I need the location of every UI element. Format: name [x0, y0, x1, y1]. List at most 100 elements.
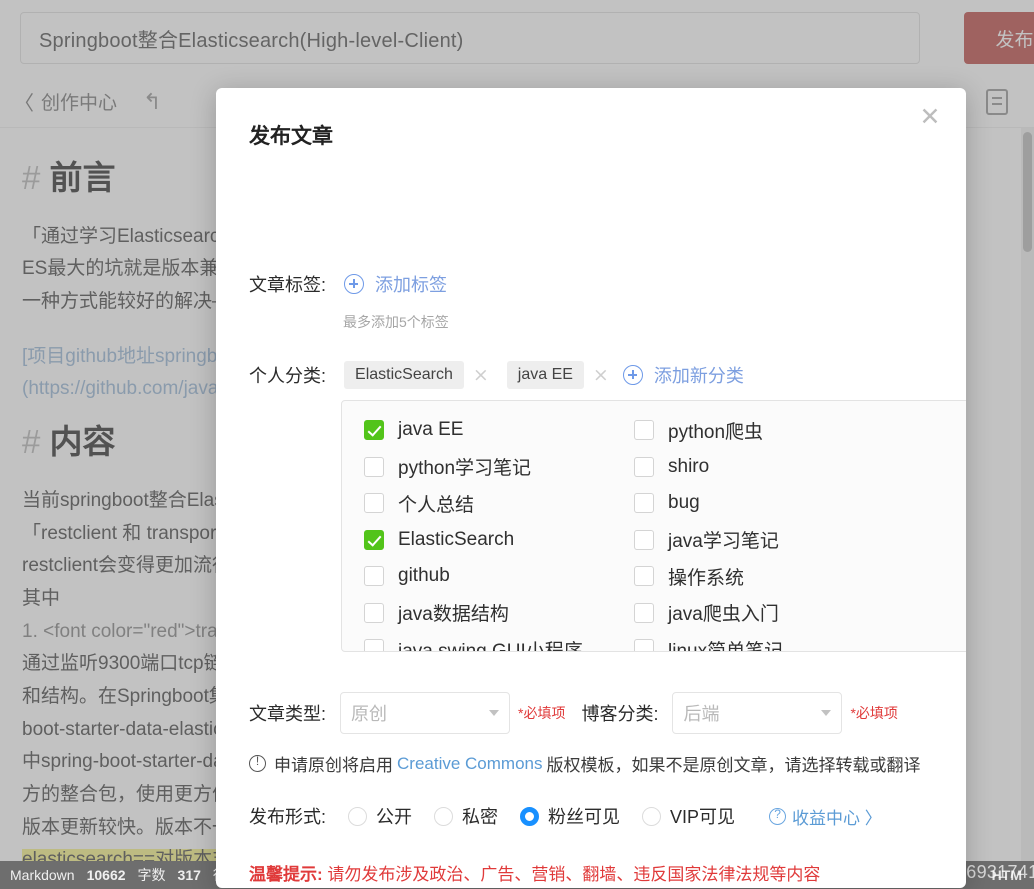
article-type-value: 原创 [351, 704, 388, 724]
category-checkbox-item[interactable]: linux简单笔记 [634, 631, 904, 651]
editor-scrollbar-thumb[interactable] [1023, 132, 1032, 252]
checkbox-icon[interactable] [634, 456, 654, 477]
category-checkbox-item[interactable]: bug [634, 485, 904, 522]
visibility-label: 粉丝可见 [548, 807, 621, 827]
checkbox-icon[interactable] [364, 639, 384, 651]
personal-category-row: 个人分类: ElasticSearch × java EE × 添加新分类 [249, 361, 744, 389]
category-grid: java EE python学习笔记 个人总结 ElasticSearch gi… [342, 401, 966, 652]
undo-icon[interactable]: ↰ [143, 89, 161, 115]
checkbox-icon[interactable] [364, 493, 384, 514]
tags-hint: 最多添加5个标签 [343, 314, 449, 330]
checkbox-icon[interactable] [634, 602, 654, 623]
article-title-input[interactable]: Springboot整合Elasticsearch(High-level-Cli… [20, 12, 920, 64]
category-checkbox-item[interactable]: java爬虫入门 [634, 595, 904, 632]
plus-circle-icon[interactable] [622, 365, 643, 385]
category-label: 个人总结 [398, 494, 475, 516]
article-type-required: *必填项 [518, 705, 566, 721]
help-icon[interactable] [769, 807, 787, 825]
category-list-box: java EE python学习笔记 个人总结 ElasticSearch gi… [341, 400, 966, 652]
category-checkbox-item[interactable]: ElasticSearch [364, 522, 634, 559]
category-checkbox-item[interactable]: github [364, 558, 634, 595]
visibility-option-public[interactable]: 公开 [348, 803, 412, 829]
category-label: java swing GUI小程序 [398, 640, 583, 652]
checkbox-icon[interactable] [634, 566, 654, 587]
visibility-option-private[interactable]: 私密 [434, 803, 498, 829]
category-checkbox-item[interactable]: java swing GUI小程序 [364, 631, 634, 652]
category-chip[interactable]: ElasticSearch [344, 361, 464, 389]
close-icon[interactable]: ✕ [916, 104, 944, 132]
personal-category-label: 个人分类: [249, 366, 327, 386]
article-tags-row: 文章标签: 添加标签 [249, 271, 447, 297]
editor-titlebar: Springboot整合Elasticsearch(High-level-Cli… [0, 0, 1034, 76]
type-and-category-row: 文章类型: 原创 *必填项 博客分类: 后端 *必填项 [249, 692, 898, 734]
back-label: 创作中心 [41, 93, 118, 114]
category-checkbox-item[interactable]: java EE [364, 412, 634, 449]
category-checkbox-item[interactable]: java数据结构 [364, 595, 634, 632]
category-chip[interactable]: java EE [506, 361, 584, 389]
radio-icon[interactable] [434, 806, 454, 826]
checkbox-checked-icon[interactable] [364, 420, 384, 441]
checkbox-icon[interactable] [364, 566, 384, 587]
plus-circle-icon[interactable] [344, 274, 365, 294]
category-label: java数据结构 [398, 604, 509, 626]
category-label: bug [668, 492, 700, 514]
add-new-category-link[interactable]: 添加新分类 [654, 362, 744, 388]
checkbox-icon[interactable] [634, 420, 654, 441]
checkbox-icon[interactable] [634, 493, 654, 514]
creative-commons-link[interactable]: Creative Commons [397, 754, 543, 774]
category-label: java学习笔记 [668, 531, 779, 553]
warning-tip: 温馨提示: 请勿发布涉及政治、广告、营销、翻墙、违反国家法律法规等内容 [249, 860, 820, 885]
editor-mode-label: Markdown [10, 867, 75, 883]
word-count-label: 字数 [137, 867, 166, 883]
blog-category-select[interactable]: 后端 [672, 692, 843, 734]
category-label: java EE [398, 419, 464, 441]
checkbox-icon[interactable] [634, 529, 654, 550]
category-checkbox-item[interactable]: 操作系统 [634, 558, 904, 595]
chevron-down-icon [489, 710, 500, 716]
editor-scrollbar[interactable] [1021, 128, 1034, 861]
checkbox-icon[interactable] [634, 639, 654, 651]
publish-form-label: 发布形式: [249, 807, 327, 827]
blog-category-required: *必填项 [850, 705, 898, 721]
category-label: shiro [668, 455, 710, 477]
tip-text: 请勿发布涉及政治、广告、营销、翻墙、违反国家法律法规等内容 [327, 865, 821, 884]
category-checkbox-item[interactable]: 个人总结 [364, 485, 634, 522]
income-center-link[interactable]: 收益中心 〉 [792, 804, 882, 829]
article-type-label: 文章类型: [249, 704, 327, 724]
category-checkbox-item[interactable]: java学习笔记 [634, 522, 904, 559]
back-to-creation-center[interactable]: 〈 创作中心 [14, 87, 117, 116]
chip-remove-icon[interactable]: × [473, 364, 489, 386]
radio-icon[interactable] [348, 806, 368, 826]
radio-icon[interactable] [642, 806, 662, 826]
line-count-value: 317 [177, 867, 201, 883]
radio-selected-icon[interactable] [520, 806, 540, 826]
article-type-select[interactable]: 原创 [340, 692, 511, 734]
document-icon[interactable] [986, 89, 1008, 115]
category-label: ElasticSearch [398, 528, 515, 550]
category-label: python爬虫 [668, 421, 764, 443]
cc-suffix: 版权模板，如果不是原创文章，请选择转载或翻译 [546, 756, 921, 775]
word-count-value: 10662 [86, 867, 126, 883]
publish-top-button[interactable]: 发布文 [964, 12, 1034, 64]
category-label: 操作系统 [668, 567, 745, 589]
add-tag-link[interactable]: 添加标签 [375, 271, 447, 297]
checkbox-icon[interactable] [364, 602, 384, 623]
category-checkbox-item[interactable]: python学习笔记 [364, 449, 634, 486]
article-tags-label: 文章标签: [249, 275, 327, 295]
dialog-title: 发布文章 [249, 125, 333, 148]
screen: Springboot整合Elasticsearch(High-level-Cli… [0, 0, 1034, 889]
info-icon [249, 754, 266, 772]
visibility-label: VIP可见 [670, 807, 736, 827]
category-checkbox-item[interactable]: shiro [634, 449, 904, 486]
checkbox-checked-icon[interactable] [364, 529, 384, 550]
visibility-option-fans[interactable]: 粉丝可见 [520, 803, 620, 829]
tip-prefix: 温馨提示: [249, 865, 323, 884]
chip-remove-icon[interactable]: × [593, 364, 609, 386]
creative-commons-notice: 申请原创将启用 Creative Commons 版权模板，如果不是原创文章，请… [249, 751, 921, 776]
blog-category-label: 博客分类: [581, 704, 659, 724]
checkbox-icon[interactable] [364, 456, 384, 477]
category-checkbox-item[interactable]: python爬虫 [634, 412, 904, 449]
visibility-option-vip[interactable]: VIP可见 [642, 803, 735, 829]
chevron-left-icon: 〈 [14, 93, 34, 115]
publish-visibility-row: 发布形式: 公开 私密 粉丝可见 VIP可见 收益中心 〉 [249, 803, 882, 829]
